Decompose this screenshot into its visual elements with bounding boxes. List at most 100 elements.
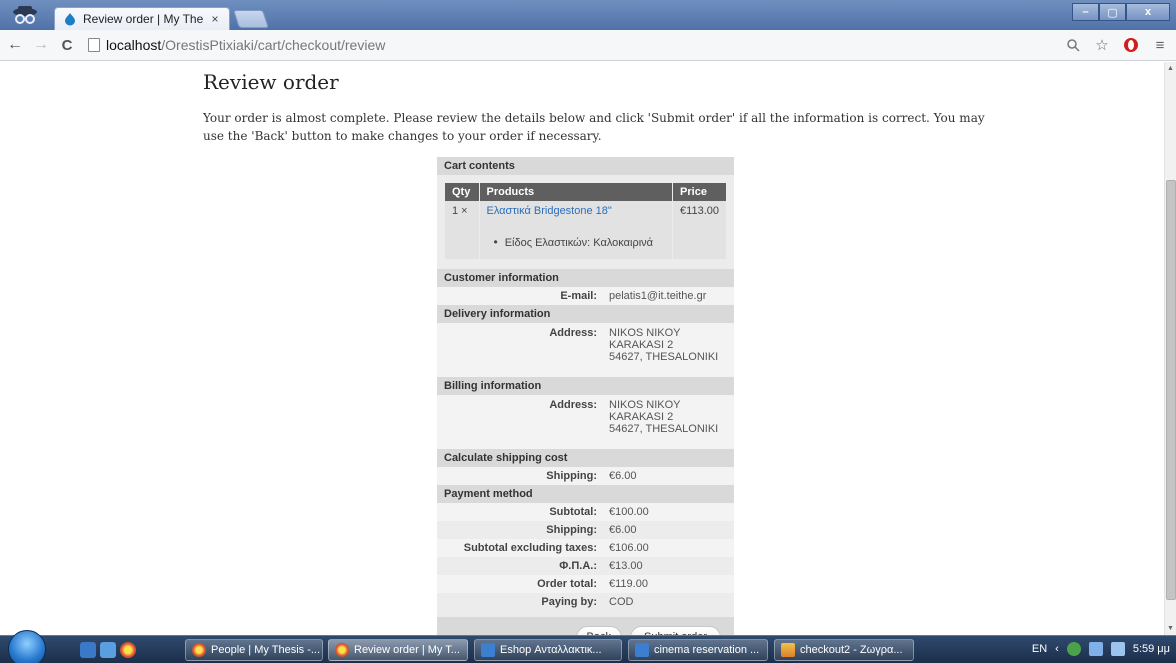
page-scrollbar[interactable]: ▲ ▼	[1164, 62, 1176, 635]
window-controls: – ▢ x	[1072, 3, 1170, 21]
payment-row-vat: Φ.Π.Α.: €13.00	[437, 557, 734, 575]
language-indicator[interactable]: EN	[1032, 643, 1047, 655]
products-column-header: Products	[479, 183, 674, 201]
browser-toolbar: ← → C localhost/OrestisPtixiaki/cart/che…	[0, 30, 1176, 61]
scroll-thumb[interactable]	[1166, 180, 1176, 600]
reload-icon[interactable]: C	[56, 34, 78, 56]
chrome-icon	[335, 643, 349, 657]
back-button[interactable]: Back	[575, 625, 623, 635]
explorer-icon[interactable]	[100, 642, 116, 658]
payment-label: Order total:	[537, 578, 597, 590]
word-icon	[481, 643, 495, 657]
toolbar-actions: ☆ ≡	[1063, 34, 1170, 56]
taskbar-item-label: Review order | My T...	[354, 644, 460, 656]
bookmark-star-icon[interactable]: ☆	[1092, 34, 1112, 56]
submit-order-button[interactable]: Submit order	[630, 625, 721, 635]
address-bar[interactable]: localhost/OrestisPtixiaki/cart/checkout/…	[84, 33, 1124, 57]
review-order-panel: Cart contents Qty Products Price 1 × Ελα…	[437, 157, 734, 635]
taskbar-item[interactable]: cinema reservation ...	[628, 639, 768, 661]
tab-title: Review order | My Thesis	[83, 12, 203, 26]
payment-row-order-total: Order total: €119.00	[437, 575, 734, 593]
shipping-row: Shipping: €6.00	[437, 467, 734, 485]
billing-address-line: 54627, THESALONIKI	[609, 423, 719, 435]
cart-contents: Qty Products Price 1 × Ελαστικά Bridgest…	[437, 175, 734, 269]
tab-close-icon[interactable]: ×	[209, 12, 221, 26]
network-icon[interactable]	[1066, 642, 1081, 656]
billing-address-label: Address:	[549, 399, 597, 411]
email-label: E-mail:	[560, 290, 597, 302]
cart-qty: 1 ×	[445, 201, 480, 259]
tray-expand-icon[interactable]: ‹	[1055, 643, 1059, 655]
billing-info-header: Billing information	[437, 377, 734, 395]
menu-icon[interactable]: ≡	[1150, 34, 1170, 56]
delivery-address-value: NIKOS NIKOY KARAKASI 2 54627, THESALONIK…	[603, 323, 734, 377]
shipping-cost-header: Calculate shipping cost	[437, 449, 734, 467]
cart-price: €113.00	[680, 205, 719, 217]
cart-table: Qty Products Price 1 × Ελαστικά Bridgest…	[445, 183, 726, 259]
cart-product-cell: Ελαστικά Bridgestone 18" • Είδος Ελαστικ…	[479, 201, 674, 259]
paint-icon	[781, 643, 795, 657]
chrome-quicklaunch-icon[interactable]	[120, 642, 136, 658]
battery-icon[interactable]	[1088, 642, 1103, 656]
page-title: Review order	[203, 70, 339, 94]
browser-titlebar: Review order | My Thesis × – ▢ x	[0, 0, 1176, 30]
payment-value: COD	[609, 596, 634, 608]
payment-value: €106.00	[609, 542, 649, 554]
show-desktop-icon[interactable]	[80, 642, 96, 658]
delivery-address-line: NIKOS NIKOY	[609, 327, 681, 339]
volume-icon[interactable]	[1110, 642, 1125, 656]
back-arrow-icon[interactable]: ←	[4, 34, 26, 56]
attribute-text: Είδος Ελαστικών: Καλοκαιρινά	[504, 237, 653, 249]
start-button[interactable]	[8, 630, 46, 663]
payment-method-header: Payment method	[437, 485, 734, 503]
taskbar-item[interactable]: checkout2 - Ζωγρα...	[774, 639, 914, 661]
delivery-address-label: Address:	[549, 327, 597, 339]
chrome-icon	[192, 643, 206, 657]
windows-taskbar: People | My Thesis -... Review order | M…	[0, 630, 1176, 663]
payment-value: €6.00	[609, 524, 637, 536]
maximize-button[interactable]: ▢	[1099, 3, 1126, 21]
word-icon	[635, 643, 649, 657]
incognito-icon	[4, 2, 46, 28]
taskbar-item[interactable]: People | My Thesis -...	[185, 639, 323, 661]
url-path: /OrestisPtixiaki/cart/checkout/review	[161, 37, 386, 53]
delivery-address-line: KARAKASI 2	[609, 339, 674, 351]
taskbar-item-label: cinema reservation ...	[654, 644, 760, 656]
zoom-icon[interactable]	[1063, 34, 1083, 56]
delivery-address-row: Address: NIKOS NIKOY KARAKASI 2 54627, T…	[437, 323, 734, 377]
qty-column-header: Qty	[445, 183, 480, 201]
new-tab-button[interactable]	[233, 10, 269, 28]
billing-address-line: KARAKASI 2	[609, 411, 674, 423]
payment-value: €13.00	[609, 560, 643, 572]
taskbar-item-active[interactable]: Review order | My T...	[328, 639, 468, 661]
scroll-up-icon[interactable]: ▲	[1167, 65, 1174, 72]
payment-label: Φ.Π.Α.:	[559, 560, 597, 572]
cart-contents-header: Cart contents	[437, 157, 734, 175]
payment-row-paying-by: Paying by: COD	[437, 593, 734, 611]
taskbar-item-label: People | My Thesis -...	[211, 644, 321, 656]
billing-address-row: Address: NIKOS NIKOY KARAKASI 2 54627, T…	[437, 395, 734, 449]
scroll-down-icon[interactable]: ▼	[1167, 625, 1174, 632]
shipping-label: Shipping:	[546, 470, 597, 482]
payment-value: €119.00	[609, 578, 648, 590]
taskbar-item[interactable]: Eshop Ανταλλακτικ...	[474, 639, 622, 661]
email-row: E-mail: pelatis1@it.teithe.gr	[437, 287, 734, 305]
payment-row-subtotal: Subtotal: €100.00	[437, 503, 734, 521]
url-host: localhost	[106, 37, 162, 53]
close-window-button[interactable]: x	[1126, 3, 1170, 21]
product-link[interactable]: Ελαστικά Bridgestone 18"	[487, 205, 666, 217]
opera-extension-icon[interactable]	[1121, 34, 1141, 56]
page-viewport: Review order Your order is almost comple…	[0, 62, 1164, 635]
taskbar-item-label: Eshop Ανταλλακτικ...	[500, 644, 602, 656]
cart-row: 1 × Ελαστικά Bridgestone 18" • Είδος Ελα…	[445, 201, 726, 259]
forward-arrow-icon[interactable]: →	[30, 34, 52, 56]
drupal-favicon-icon	[65, 13, 75, 26]
payment-label: Shipping:	[546, 524, 597, 536]
minimize-button[interactable]: –	[1072, 3, 1099, 21]
payment-row-subtotal-excl-taxes: Subtotal excluding taxes: €106.00	[437, 539, 734, 557]
delivery-info-header: Delivery information	[437, 305, 734, 323]
shipping-value: €6.00	[609, 470, 637, 482]
browser-tab-active[interactable]: Review order | My Thesis ×	[54, 7, 230, 30]
clock[interactable]: 5:59 μμ	[1133, 643, 1170, 655]
payment-value: €100.00	[609, 506, 649, 518]
